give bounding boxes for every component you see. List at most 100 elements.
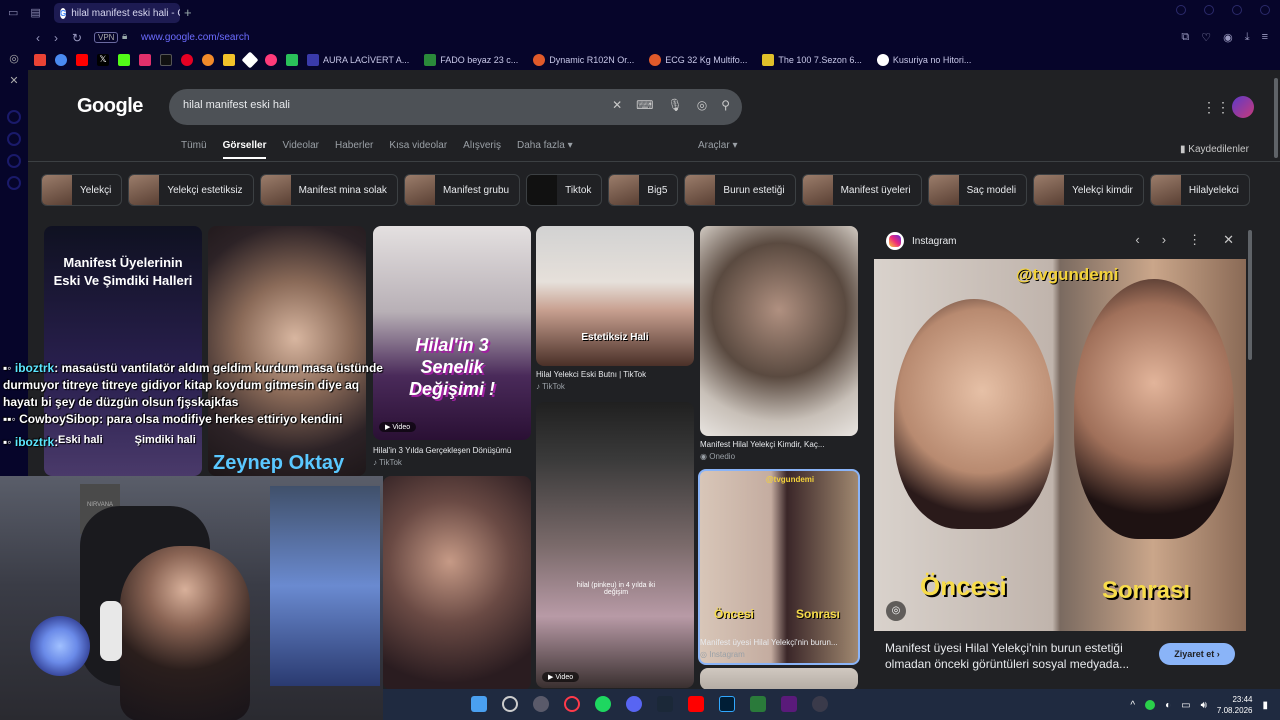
close-window-icon[interactable] xyxy=(1260,5,1270,15)
more-options-icon[interactable]: ⋮ xyxy=(1188,232,1201,248)
preview-scrollbar[interactable] xyxy=(1248,230,1252,360)
tab-shopping[interactable]: Alışveriş xyxy=(463,140,501,159)
keyboard-icon[interactable]: ⌨ xyxy=(636,98,653,112)
chip[interactable]: Tiktok xyxy=(526,174,603,206)
chip[interactable]: Big5 xyxy=(608,174,679,206)
pinterest-icon[interactable] xyxy=(181,54,193,66)
workspace-icon[interactable]: ▭ xyxy=(8,6,18,19)
active-tab[interactable]: G hilal manifest eski hali - Go xyxy=(54,3,180,23)
image-result[interactable] xyxy=(700,668,858,690)
x-sidebar-icon[interactable]: ✕ xyxy=(7,74,21,88)
tab-list-icon[interactable]: ▤ xyxy=(30,6,40,19)
sidebar-slot-icon[interactable] xyxy=(7,154,21,168)
image-result[interactable]: hilal (pinkeu) in 4 yılda iki değişim ▶ … xyxy=(536,402,694,688)
app-icon[interactable] xyxy=(202,54,214,66)
app-icon[interactable] xyxy=(812,696,828,712)
next-icon[interactable]: › xyxy=(1162,232,1166,248)
chip[interactable]: Hilalyelekci xyxy=(1149,174,1250,206)
visit-button[interactable]: Ziyaret et › xyxy=(1159,643,1235,665)
sidebar-slot-icon[interactable] xyxy=(7,110,21,124)
search-tabs-icon[interactable] xyxy=(1176,5,1186,15)
tab-videos[interactable]: Videolar xyxy=(282,140,319,159)
url-field[interactable]: www.google.com/search xyxy=(141,32,249,43)
youtube-icon[interactable] xyxy=(76,54,88,66)
vpn-badge[interactable]: VPN xyxy=(94,32,119,43)
chip[interactable]: Saç modeli xyxy=(927,174,1028,206)
forward-icon[interactable]: › xyxy=(54,31,58,45)
result-caption[interactable]: Manifest Hilal Yelekçi Kimdir, Kaç... xyxy=(700,440,858,449)
adobe-illustrator-icon[interactable] xyxy=(688,696,704,712)
bookmark-item[interactable]: The 100 7.Sezon 6... xyxy=(762,54,862,66)
app-icon[interactable] xyxy=(55,54,67,66)
start-icon[interactable] xyxy=(471,696,487,712)
close-icon[interactable]: ✕ xyxy=(1223,232,1234,248)
bookmark-item[interactable]: FADO beyaz 23 c... xyxy=(424,54,518,66)
discord-icon[interactable] xyxy=(626,696,642,712)
tab-all[interactable]: Tümü xyxy=(181,140,207,159)
microphone-icon[interactable]: 🎙︎ xyxy=(667,98,682,112)
chip[interactable]: Yelekçi estetiksiz xyxy=(128,174,254,206)
chip[interactable]: Yelekçi kimdir xyxy=(1033,174,1144,206)
bookmark-item[interactable]: Dynamic R102N Or... xyxy=(533,54,634,66)
app-icon[interactable] xyxy=(750,696,766,712)
page-scrollbar[interactable] xyxy=(1274,78,1278,158)
snapshot-icon[interactable]: ⧉ xyxy=(1181,31,1189,44)
chip[interactable]: Yelekçi xyxy=(41,174,123,206)
saved-button[interactable]: ▮ Kaydedilenler xyxy=(1180,144,1249,155)
image-result-selected[interactable]: @tvgundemi Öncesi Sonrası xyxy=(698,469,860,665)
tab-short-videos[interactable]: Kısa videolar xyxy=(389,140,447,159)
lens-icon[interactable]: ◎ xyxy=(697,98,707,112)
app-icon[interactable] xyxy=(265,54,277,66)
menu-icon[interactable]: ≡ xyxy=(1262,31,1268,44)
preview-description[interactable]: Manifest üyesi Hilal Yelekçi'nin burun e… xyxy=(885,640,1145,672)
chip[interactable]: Manifest grubu xyxy=(403,174,521,206)
download-icon[interactable]: ⤓ xyxy=(1245,31,1250,44)
app-icon[interactable] xyxy=(241,51,259,69)
image-result[interactable] xyxy=(383,476,531,690)
clear-icon[interactable]: ✕ xyxy=(612,98,622,112)
back-icon[interactable]: ‹ xyxy=(36,31,40,45)
account-avatar[interactable] xyxy=(1232,96,1254,118)
tiktok-icon[interactable] xyxy=(160,54,172,66)
search-box[interactable]: hilal manifest eski hali ✕ ⌨ 🎙︎ ◎ ⚲ xyxy=(169,89,742,125)
tray-chevron-icon[interactable]: ^ xyxy=(1130,700,1135,711)
whatsapp-sidebar-icon[interactable]: ◎ xyxy=(7,52,21,66)
tools-button[interactable]: Araçlar ▾ xyxy=(698,140,738,151)
tab-more[interactable]: Daha fazla ▾ xyxy=(517,140,573,159)
image-result[interactable]: Estetiksiz Hali xyxy=(536,226,694,366)
tab-news[interactable]: Haberler xyxy=(335,140,373,159)
image-result[interactable] xyxy=(700,226,858,436)
notification-icon[interactable]: ▮ xyxy=(1262,700,1268,711)
previous-icon[interactable]: ‹ xyxy=(1135,232,1139,248)
photoshop-icon[interactable] xyxy=(719,696,735,712)
minimize-icon[interactable] xyxy=(1204,5,1214,15)
result-caption[interactable]: Hilal'in 3 Yılda Gerçekleşen Dönüşümü xyxy=(373,446,531,455)
app-icon[interactable] xyxy=(781,696,797,712)
search-icon[interactable] xyxy=(502,696,518,712)
sidebar-slot-icon[interactable] xyxy=(7,132,21,146)
opera-icon[interactable] xyxy=(564,696,580,712)
wallet-icon[interactable]: ◉ xyxy=(1223,31,1233,44)
network-icon[interactable]: ▭ xyxy=(1181,700,1190,711)
kick-icon[interactable] xyxy=(118,54,130,66)
bookmark-item[interactable]: AURA LACİVERT A... xyxy=(307,54,409,66)
app-icon[interactable] xyxy=(533,696,549,712)
result-caption[interactable]: Hilal Yelekci Eski Butnı | TikTok xyxy=(536,370,694,379)
app-icon[interactable] xyxy=(223,54,235,66)
chip[interactable]: Manifest üyeleri xyxy=(801,174,922,206)
maximize-icon[interactable] xyxy=(1232,5,1242,15)
lock-icon[interactable]: 🔒︎ xyxy=(122,31,127,42)
image-result[interactable]: Hilal'in 3 Senelik Değişimi ! ▶ Video xyxy=(373,226,531,440)
sidebar-slot-icon[interactable] xyxy=(7,176,21,190)
preview-source[interactable]: Instagram xyxy=(912,236,956,247)
lens-search-icon[interactable]: ◎ xyxy=(886,601,906,621)
volume-icon[interactable]: 🔊︎ xyxy=(1201,700,1207,711)
result-caption[interactable]: Manifest üyesi Hilal Yelekçi'nin burun..… xyxy=(700,638,858,647)
steam-icon[interactable] xyxy=(657,696,673,712)
instagram-icon[interactable] xyxy=(139,54,151,66)
search-input[interactable]: hilal manifest eski hali xyxy=(183,99,290,111)
chip[interactable]: Manifest mina solak xyxy=(259,174,398,206)
spotify-icon[interactable] xyxy=(595,696,611,712)
reload-icon[interactable]: ↻ xyxy=(72,31,82,45)
preview-image[interactable]: @tvgundemi Öncesi Sonrası ◎ xyxy=(874,259,1246,631)
